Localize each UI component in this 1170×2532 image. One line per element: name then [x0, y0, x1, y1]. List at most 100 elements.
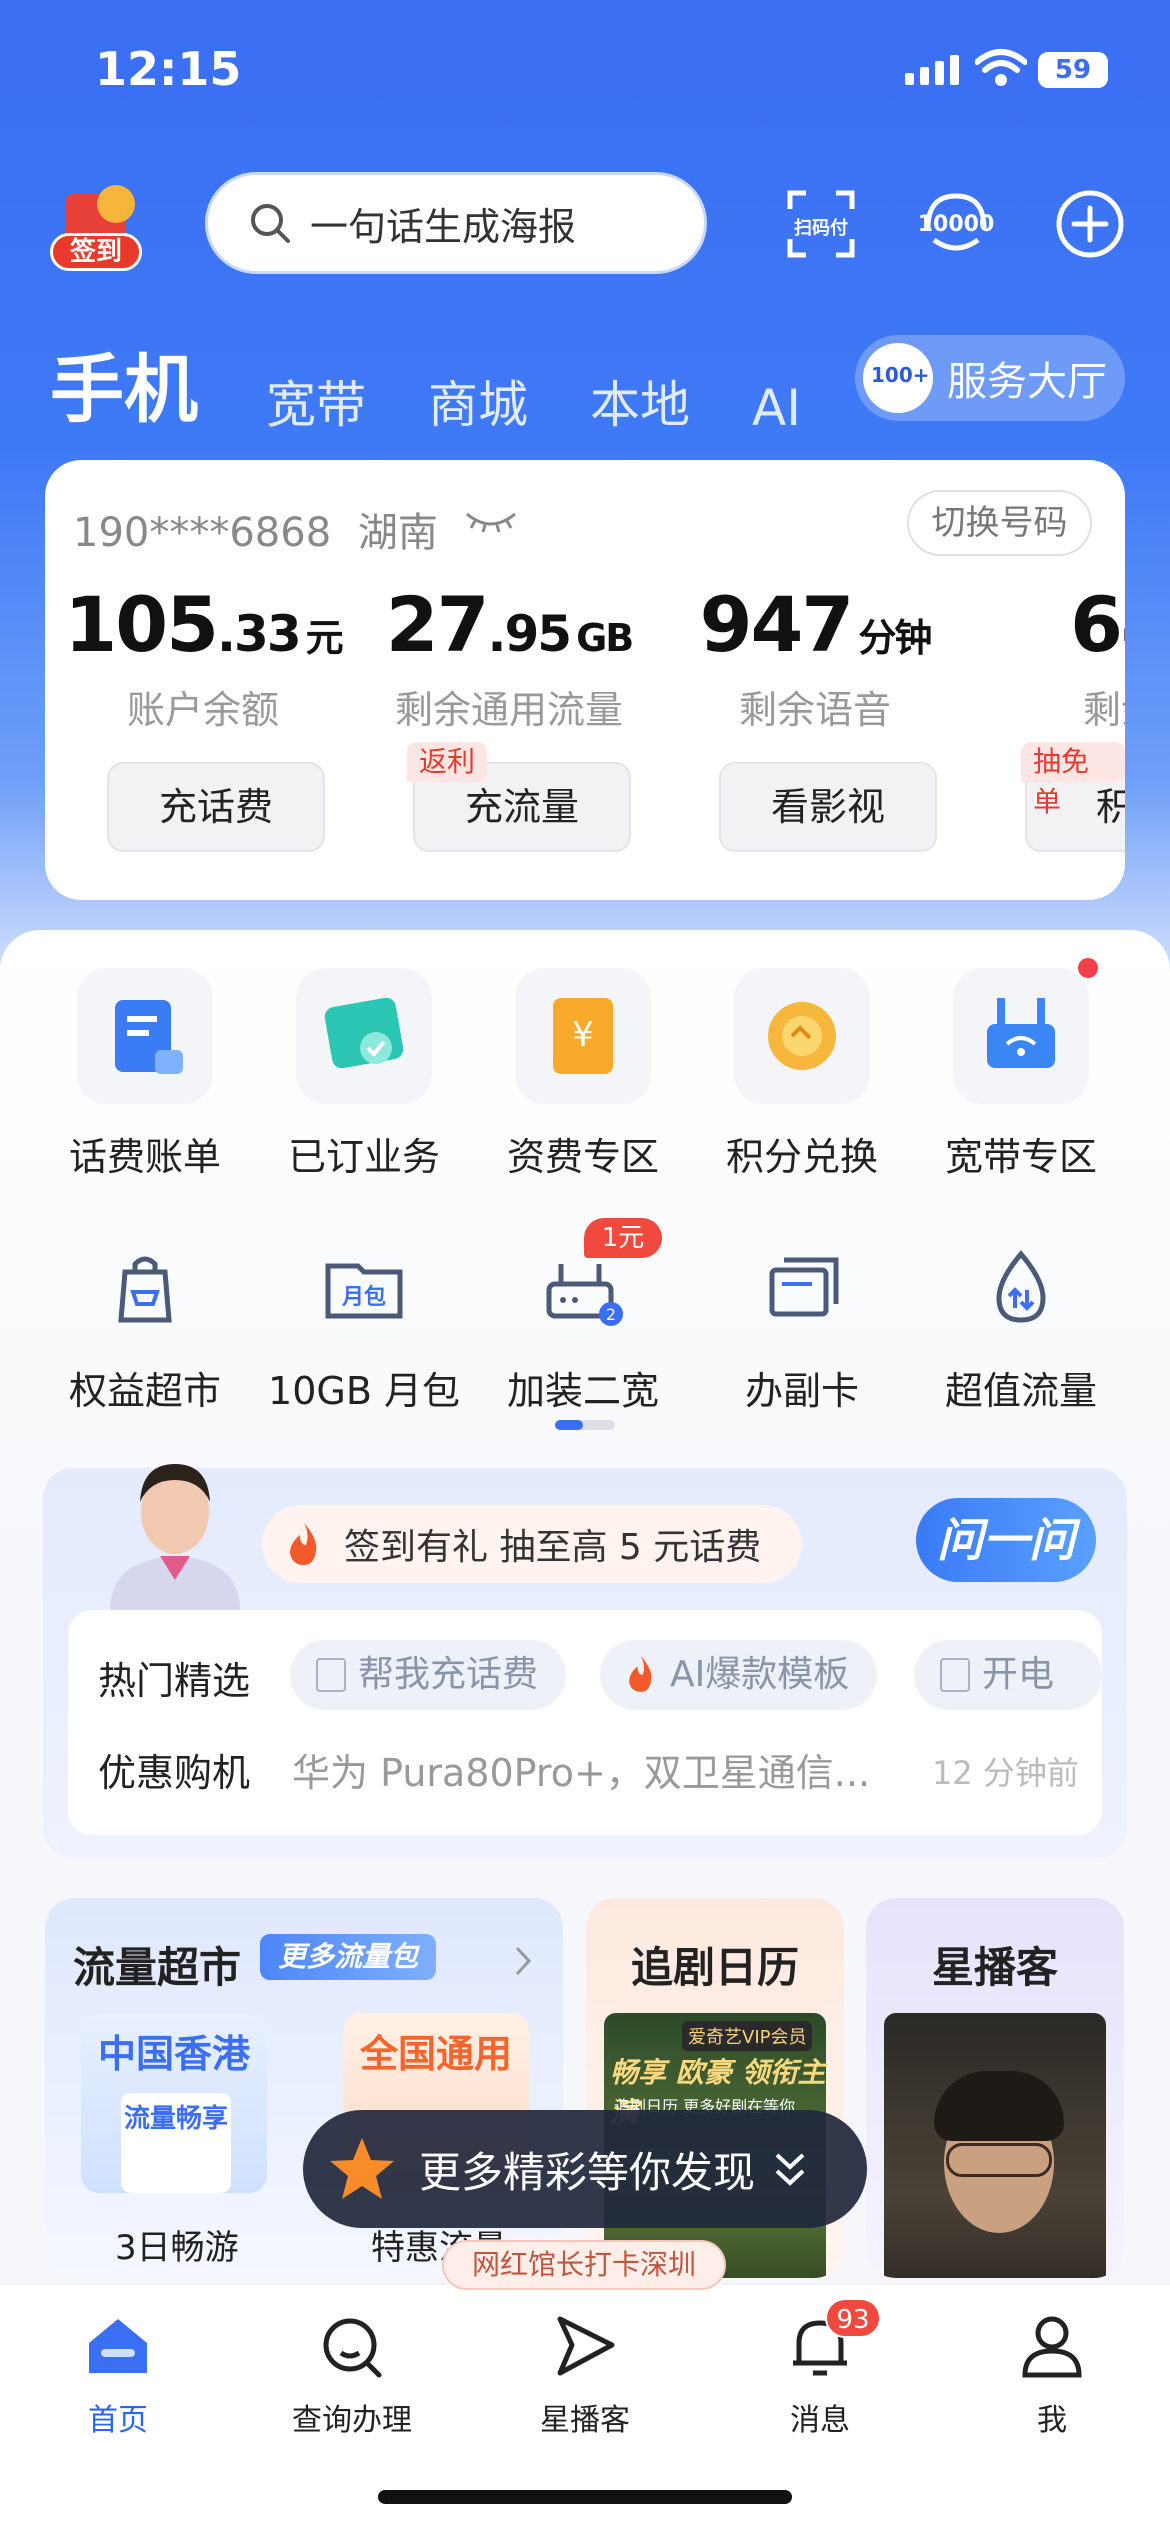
hotline-button[interactable]: 10000	[916, 184, 996, 264]
bill-icon	[115, 1000, 183, 1074]
grid-bill[interactable]: 话费账单	[45, 968, 245, 1181]
grid-page-indicator	[555, 1420, 615, 1430]
flow-item-national-title: 全国通用	[359, 2032, 512, 2076]
scan-pay-button[interactable]: 扫码付	[781, 184, 861, 264]
drama-calendar-title: 追剧日历	[630, 1943, 799, 1992]
chip-ai-template[interactable]: AI爆款模板	[600, 1640, 878, 1710]
user-icon	[1022, 2316, 1082, 2378]
home-icon	[89, 2319, 147, 2373]
podcast-promo-bubble[interactable]: 网红馆长打卡深圳	[442, 2240, 726, 2290]
deal-text[interactable]: 华为 Pura80Pro+，双卫星通信...	[292, 1742, 870, 1797]
signal-icon	[905, 55, 959, 85]
flow-item-hk-label: 3日畅游	[115, 2228, 239, 2268]
home-indicator	[378, 2490, 792, 2504]
flow-item-hk[interactable]: 中国香港 流量畅享	[81, 2013, 267, 2193]
grid-monthly-pack[interactable]: 月包 10GB 月包	[264, 1238, 464, 1415]
svg-text:月包: 月包	[341, 1284, 386, 1310]
stat-data[interactable]: 27.95 GB 剩余通用流量	[359, 580, 659, 734]
voice-label: 剩余语音	[738, 688, 891, 732]
watch-video-button[interactable]: 看影视	[719, 762, 937, 852]
nav-podcast[interactable]: 星播客	[495, 2313, 675, 2439]
star-icon	[330, 2138, 394, 2199]
status-bar: 12:15 59	[0, 0, 1170, 150]
grid-data-value-label: 超值流量	[944, 1369, 1097, 1413]
podcast-portrait	[884, 2013, 1106, 2278]
service-hall-badge: 100+	[871, 363, 930, 387]
grid-sub-card[interactable]: 办副卡	[702, 1238, 902, 1415]
tab-phone[interactable]: 手机	[50, 330, 198, 437]
chip-recharge-label: 帮我充话费	[358, 1654, 539, 1695]
add-button[interactable]	[1050, 184, 1130, 264]
grid-monthly-pack-label: 10GB 月包	[268, 1369, 460, 1413]
one-yuan-badge: 1元	[584, 1218, 662, 1258]
battery-indicator: 59	[1038, 52, 1108, 88]
search-bar[interactable]: 一句话生成海报	[205, 172, 707, 274]
service-hall-label: 服务大厅	[947, 359, 1107, 405]
grid-second-broadband[interactable]: 2 加装二宽	[483, 1238, 683, 1415]
ask-button[interactable]: 问一问	[916, 1498, 1096, 1582]
grid-second-broadband-label: 加装二宽	[506, 1369, 659, 1413]
grid-points[interactable]: 积分兑换	[702, 968, 902, 1181]
nav-messages-label: 消息	[790, 2403, 850, 2438]
tab-local[interactable]: 本地	[590, 365, 690, 437]
stat-points[interactable]: 64 剩余	[971, 580, 1125, 734]
nav-messages[interactable]: 消息	[730, 2313, 910, 2439]
fire-icon	[290, 1523, 317, 1565]
service-hall-button[interactable]: 100+ 服务大厅	[855, 335, 1125, 421]
signin-reward-text: 签到有礼 抽至高 5 元话费	[344, 1527, 762, 1568]
phone-number: 190****6868 湖南	[73, 500, 438, 558]
nav-me-label: 我	[1037, 2403, 1067, 2438]
balance-int: 105	[64, 580, 219, 669]
deal-time: 12 分钟前	[932, 1754, 1079, 1792]
tab-mall[interactable]: 商城	[428, 365, 528, 437]
monthly-pack-icon: 月包	[325, 1263, 403, 1319]
hide-eye-icon[interactable]	[465, 508, 517, 534]
grid-benefit-market-label: 权益超市	[68, 1369, 221, 1413]
star-podcast-card[interactable]: 星播客	[866, 1898, 1124, 2278]
nav-home[interactable]: 首页	[28, 2313, 208, 2439]
chip-open[interactable]: 开电	[914, 1640, 1102, 1710]
signin-button[interactable]: 签到	[45, 185, 145, 275]
data-unit: GB	[576, 616, 634, 660]
grid-broadband[interactable]: 宽带专区	[921, 968, 1121, 1181]
chip-ai-template-label: AI爆款模板	[670, 1654, 850, 1695]
signin-reward-bubble[interactable]: 签到有礼 抽至高 5 元话费	[262, 1505, 802, 1583]
stat-balance[interactable]: 105.33 元 账户余额	[53, 580, 353, 734]
discover-more-bar[interactable]: 更多精彩等你发现	[303, 2110, 867, 2228]
tab-ai[interactable]: AI	[752, 379, 801, 437]
tab-broadband[interactable]: 宽带	[266, 365, 366, 437]
broadband-notice-dot	[1078, 958, 1098, 978]
shopping-bag-icon	[118, 1256, 172, 1323]
coin-icon	[97, 185, 135, 223]
hotline-label: 10000	[917, 212, 995, 237]
grid-tariff[interactable]: ¥ 资费专区	[483, 968, 683, 1181]
recharge-fee-button[interactable]: 充话费	[107, 762, 325, 852]
double-chevron-down-icon	[775, 2153, 805, 2186]
deal-label: 优惠购机	[98, 1751, 251, 1795]
balance-dec: .33	[217, 605, 302, 663]
chip-open-label: 开电	[982, 1654, 1055, 1695]
points-int: 64	[1070, 580, 1125, 669]
grid-subscribed[interactable]: 已订业务	[264, 968, 464, 1181]
chip-recharge[interactable]: 帮我充话费	[290, 1640, 567, 1710]
nav-me[interactable]: 我	[962, 2313, 1142, 2439]
points-label: 剩余	[1082, 688, 1125, 732]
phone-number-value: 190****6868	[73, 510, 332, 556]
free-order-tag: 抽免单	[1021, 742, 1125, 818]
nav-query[interactable]: 查询办理	[262, 2313, 442, 2439]
grid-data-value[interactable]: 超值流量	[921, 1238, 1121, 1415]
account-card: 190****6868 湖南 切换号码 105.33 元 账户余额 27.95 GB…	[45, 460, 1125, 900]
flow-item-hk-title: 中国香港	[97, 2032, 250, 2076]
svg-text:2: 2	[606, 1305, 616, 1324]
flow-market-title: 流量超市	[73, 1943, 242, 1992]
search-placeholder: 一句话生成海报	[310, 204, 577, 249]
stat-voice[interactable]: 947 分钟 剩余语音	[665, 580, 965, 734]
voice-unit: 分钟	[858, 616, 932, 660]
switch-number-button[interactable]: 切换号码	[907, 490, 1092, 556]
balance-label: 账户余额	[126, 688, 279, 732]
play-arrow-icon	[557, 2316, 615, 2376]
grid-benefit-market[interactable]: 权益超市	[45, 1238, 245, 1415]
search-query-icon	[323, 2318, 382, 2378]
tariff-icon: ¥	[553, 998, 613, 1074]
scan-pay-label: 扫码付	[794, 218, 848, 239]
